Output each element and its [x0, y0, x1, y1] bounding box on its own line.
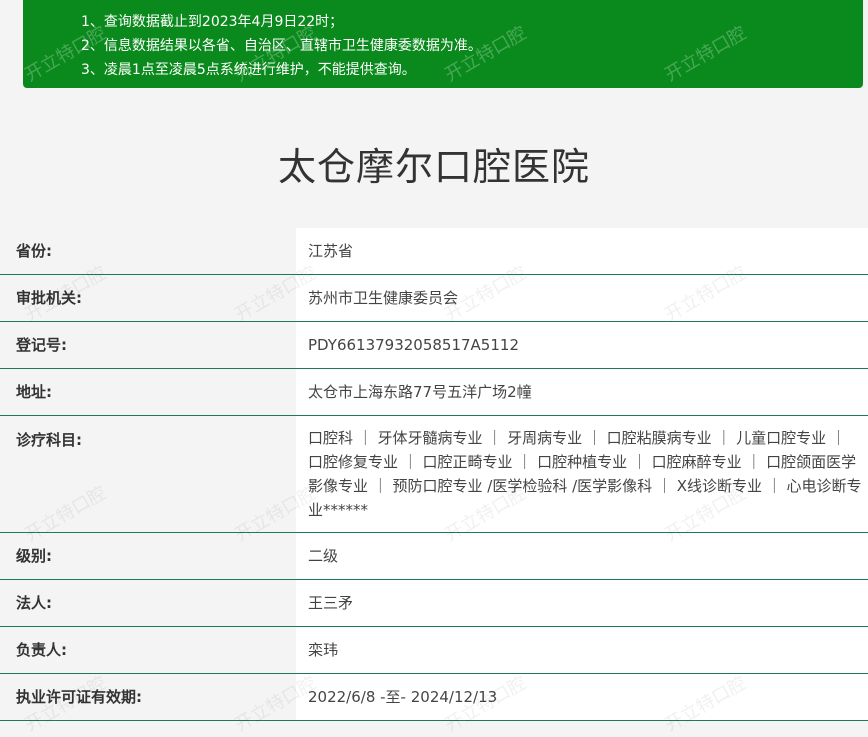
info-row-level: 级别: 二级: [0, 533, 868, 580]
info-label: 省份:: [0, 228, 296, 274]
hospital-info-table: 省份: 江苏省 审批机关: 苏州市卫生健康委员会 登记号: PDY6613793…: [0, 228, 868, 721]
info-label: 法人:: [0, 580, 296, 626]
info-value: PDY66137932058517A5112: [296, 322, 868, 368]
notice-banner: 1、查询数据截止到2023年4月9日22时； 2、信息数据结果以各省、自治区、直…: [23, 0, 863, 88]
notice-line-2: 2、信息数据结果以各省、自治区、直辖市卫生健康委数据为准。: [81, 34, 863, 58]
info-row-province: 省份: 江苏省: [0, 228, 868, 275]
info-row-license-validity: 执业许可证有效期: 2022/6/8 -至- 2024/12/13: [0, 674, 868, 721]
info-value: 太仓市上海东路77号五洋广场2幢: [296, 369, 868, 415]
info-row-legal-person: 法人: 王三矛: [0, 580, 868, 627]
info-row-person-in-charge: 负责人: 栾玮: [0, 627, 868, 674]
info-row-departments: 诊疗科目: 口腔科 ｜ 牙体牙髓病专业 ｜ 牙周病专业 ｜ 口腔粘膜病专业 ｜ …: [0, 416, 868, 533]
notice-line-3: 3、凌晨1点至凌晨5点系统进行维护，不能提供查询。: [81, 58, 863, 82]
info-label: 诊疗科目:: [0, 416, 296, 532]
info-label: 登记号:: [0, 322, 296, 368]
info-value: 二级: [296, 533, 868, 579]
hospital-name: 太仓摩尔口腔医院: [0, 136, 868, 191]
info-value: 江苏省: [296, 228, 868, 274]
info-label: 审批机关:: [0, 275, 296, 321]
info-value: 栾玮: [296, 627, 868, 673]
info-row-authority: 审批机关: 苏州市卫生健康委员会: [0, 275, 868, 322]
info-label: 执业许可证有效期:: [0, 674, 296, 720]
notice-line-1: 1、查询数据截止到2023年4月9日22时；: [81, 10, 863, 34]
info-label: 负责人:: [0, 627, 296, 673]
info-row-address: 地址: 太仓市上海东路77号五洋广场2幢: [0, 369, 868, 416]
info-row-registration: 登记号: PDY66137932058517A5112: [0, 322, 868, 369]
info-value: 苏州市卫生健康委员会: [296, 275, 868, 321]
info-value: 2022/6/8 -至- 2024/12/13: [296, 674, 868, 720]
info-value: 王三矛: [296, 580, 868, 626]
info-label: 级别:: [0, 533, 296, 579]
info-value: 口腔科 ｜ 牙体牙髓病专业 ｜ 牙周病专业 ｜ 口腔粘膜病专业 ｜ 儿童口腔专业…: [296, 416, 868, 532]
info-label: 地址:: [0, 369, 296, 415]
